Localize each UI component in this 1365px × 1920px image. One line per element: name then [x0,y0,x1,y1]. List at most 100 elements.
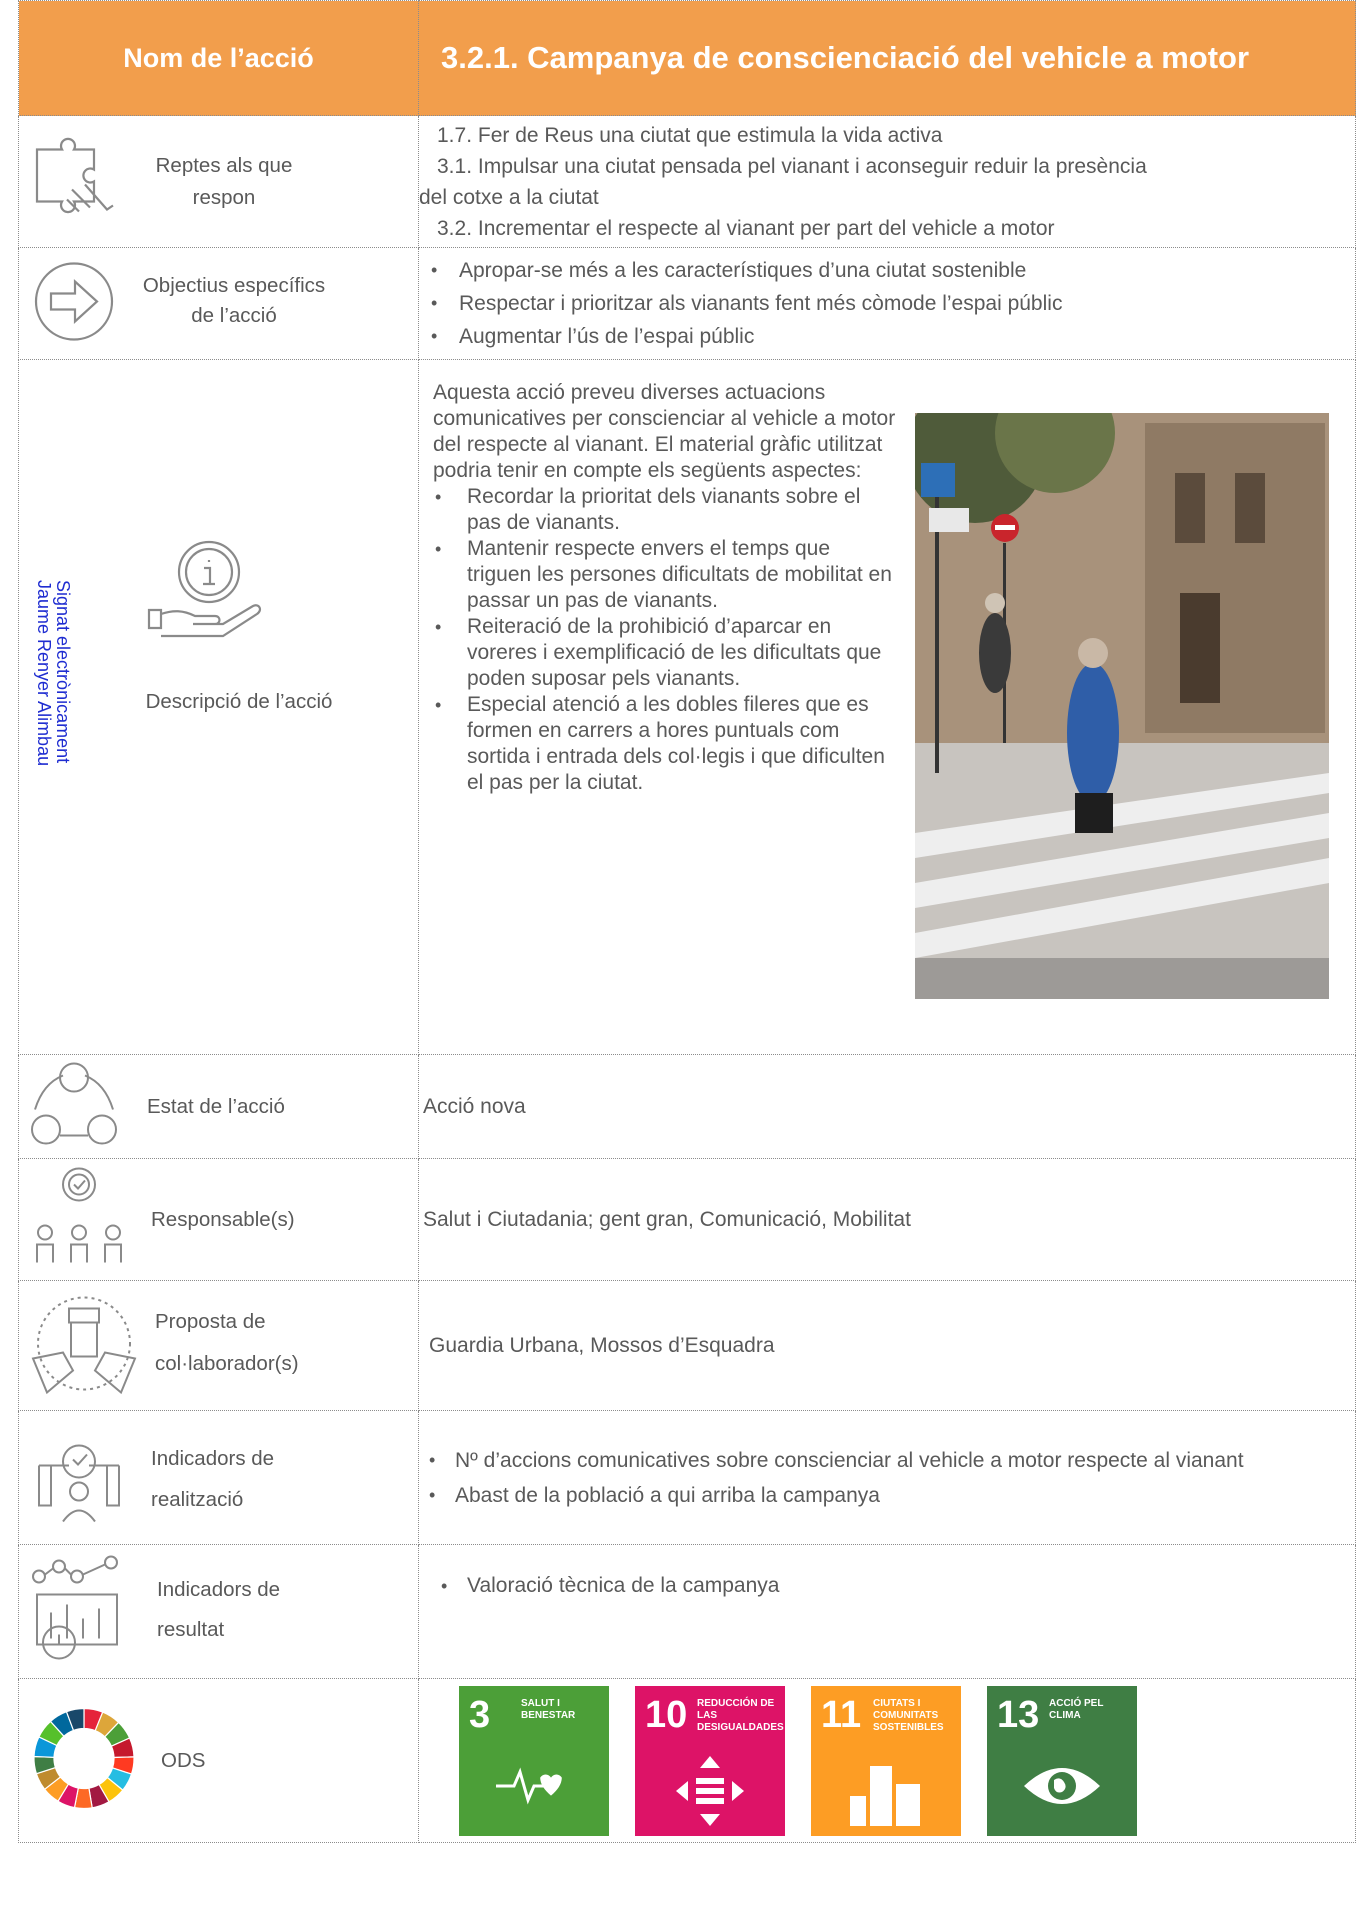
resultat-label: Indicadors de resultat [157,1570,357,1650]
realitzacio-label-cell: Indicadors de realització [18,1410,419,1545]
collaboradors-label-line1: Proposta de [155,1310,266,1333]
resultat-label-cell: Indicadors de resultat [18,1544,419,1679]
row-estat: Estat de l’acció Acció nova [18,1054,1356,1159]
sdg-title: SALUT I BENESTAR [521,1697,576,1721]
list-item: • Apropar-se més a les característiques d… [419,254,1355,287]
row-collaboradors: Proposta de col·laborador(s) Guardia Urb… [18,1280,1356,1411]
handshake-team-icon [29,1288,139,1403]
resultat-label-line2: resultat [157,1618,225,1641]
sdg-goal-11: 11 CIUTATS I COMUNITATS SOSTENIBLES [811,1685,961,1836]
info-hand-icon [147,532,267,657]
action-title: 3.2.1. Campanya de conscienciació del ve… [418,0,1356,116]
equality-arrows-icon [676,1755,744,1826]
repte-item: 3.2. Incrementar el respecte al vianant … [437,216,1055,240]
responsable-content: Salut i Ciutadania; gent gran, Comunicac… [418,1158,1356,1281]
list-item: • Respectar i prioritzar als vianants fen… [419,287,1355,320]
descripcio-list: • Recordar la prioritat dels vianants sob… [433,484,899,796]
sdg-number: 3 [469,1693,491,1736]
city-buildings-icon [850,1765,920,1826]
status-cycle-icon [29,1059,119,1154]
realitzacio-content: • Nº d’accions comunicatives sobre consci… [418,1410,1356,1545]
resultat-label-line1: Indicadors de [157,1578,281,1601]
reptes-label-line1: Reptes als que [155,154,293,177]
sdg-goal-3: 3 SALUT I BENESTAR [459,1685,609,1836]
sdg-goal-13: 13 ACCIÓ PEL CLIMA [987,1685,1137,1836]
list-item: • Nº d’accions comunicatives sobre consci… [419,1443,1355,1478]
sdg-title: ACCIÓ PEL CLIMA [1049,1697,1104,1721]
realitzacio-list: • Nº d’accions comunicatives sobre consci… [419,1443,1355,1513]
bullet-icon: • [435,539,442,559]
row-realitzacio: Indicadors de realització • Nº d’accions … [18,1410,1356,1545]
bullet-icon: • [435,695,442,715]
list-item: • Especial atenció a les dobles fileres q… [435,693,885,794]
sdg-number: 10 [645,1693,688,1736]
estat-content: Acció nova [418,1054,1356,1159]
resultat-content: • Valoració tècnica de la campanya [418,1544,1356,1679]
responsable-value: Salut i Ciutadania; gent gran, Comunicac… [423,1207,911,1231]
street-crosswalk-photo [915,413,1329,999]
descripcio-label: Descripció de l’acció [145,690,333,713]
repte-item: 3.1. Impulsar una ciutat pensada pel via… [437,154,1147,178]
puzzle-icon [27,129,127,234]
heartbeat-icon [496,1767,562,1804]
repte-item: del cotxe a la ciutat [419,185,599,209]
bullet-icon: • [435,487,442,507]
objectius-label: Objectius específics de l’acció [129,271,339,331]
earth-eye-icon [1024,1767,1100,1804]
ods-content: 3 SALUT I BENESTAR 10 REDUCCIÓN DE LAS D… [418,1678,1356,1843]
reptes-label-cell: Reptes als que respon [18,115,419,248]
objectius-label-line1: Objectius específics [142,274,326,297]
list-item: • Recordar la prioritat dels vianants sob… [435,485,861,534]
sdg-wheel-icon [29,1703,139,1818]
bullet-icon: • [435,617,442,637]
growth-chart-icon [29,1554,129,1669]
estat-label-cell: Estat de l’acció [18,1054,419,1159]
collaboradors-value: Guardia Urbana, Mossos d’Esquadra [429,1333,775,1357]
collaboradors-label-cell: Proposta de col·laborador(s) [18,1280,419,1411]
row-objectius: Objectius específics de l’acció • Apropar… [18,247,1356,360]
reptes-content: 1.7. Fer de Reus una ciutat que estimula… [418,115,1356,248]
objectius-content: • Apropar-se més a les característiques d… [418,247,1356,360]
descripcio-text: Aquesta acció preveu diverses actuacions… [433,380,899,796]
estat-value: Acció nova [423,1094,526,1118]
header-label: Nom de l’acció [18,0,419,116]
reptes-label-line2: respon [192,186,256,209]
objectius-label-cell: Objectius específics de l’acció [18,247,419,360]
action-sheet-table: Nom de l’acció 3.2.1. Campanya de consci… [18,0,1356,1843]
estat-label: Estat de l’acció [147,1095,285,1118]
descripcio-intro: Aquesta acció preveu diverses actuacions… [433,381,896,482]
header-row: Nom de l’acció 3.2.1. Campanya de consci… [18,0,1356,116]
collaboradors-content: Guardia Urbana, Mossos d’Esquadra [418,1280,1356,1411]
responsable-label: Responsable(s) [151,1208,295,1231]
sdg-number: 11 [821,1693,862,1736]
list-item: • Abast de la població a qui arriba la ca… [419,1478,1355,1513]
realitzacio-label-line2: realització [151,1488,244,1511]
row-responsable: Responsable(s) Salut i Ciutadania; gent … [18,1158,1356,1281]
sdg-number: 13 [997,1693,1040,1736]
bullet-icon: • [431,293,438,313]
bullet-icon: • [429,1449,436,1470]
reptes-label: Reptes als que respon [129,150,319,214]
collaboradors-label: Proposta de col·laborador(s) [155,1301,355,1385]
collaboradors-label-line2: col·laborador(s) [155,1352,299,1375]
descripcio-label-cell: Descripció de l’acció [18,359,419,1055]
bullet-icon: • [431,260,438,280]
list-item: • Reiteració de la prohibició d’aparcar e… [435,615,882,690]
sdg-title: CIUTATS I COMUNITATS SOSTENIBLES [873,1697,944,1733]
ods-label-cell: ODS [18,1678,419,1843]
objectius-label-line2: de l’acció [191,304,277,327]
ods-label: ODS [161,1749,206,1772]
team-gear-icon [29,1162,129,1277]
bullet-icon: • [429,1484,436,1505]
row-resultat: Indicadors de resultat • Valoració tècnic… [18,1544,1356,1679]
row-descripcio: Descripció de l’acció Aquesta acció prev… [18,359,1356,1055]
list-item: • Augmentar l’ús de l’espai públic [419,320,1355,353]
realitzacio-label: Indicadors de realització [151,1438,351,1520]
objectius-list: • Apropar-se més a les característiques d… [419,254,1355,353]
resultat-list: • Valoració tècnica de la campanya [419,1571,1355,1601]
row-ods: ODS 3 SALUT I BENESTAR 10 REDUCCIÓN DE L… [18,1678,1356,1843]
bullet-icon: • [441,1576,448,1596]
repte-item: 1.7. Fer de Reus una ciutat que estimula… [437,123,943,147]
arrow-right-icon [29,256,119,351]
sdg-goals-row: 3 SALUT I BENESTAR 10 REDUCCIÓN DE LAS D… [419,1685,1355,1836]
